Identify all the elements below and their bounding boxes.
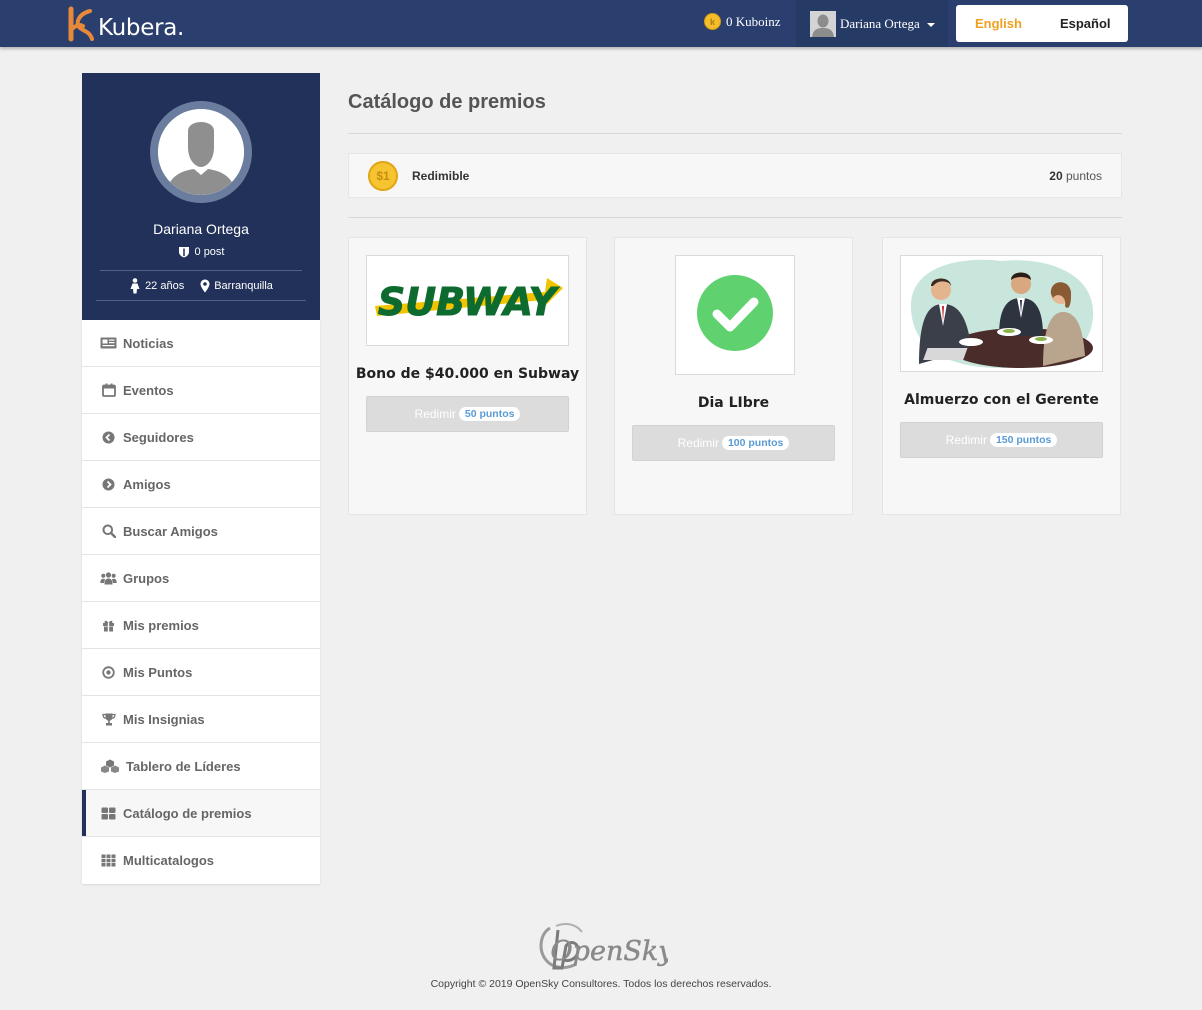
sidebar-item-multicatalogos[interactable]: Multicatalogos bbox=[82, 837, 320, 884]
reward-card-subway: SUBWAY Bono de $40.000 en Subway Redimir… bbox=[348, 237, 587, 515]
sidebar-item-label: Mis Insignias bbox=[123, 711, 205, 727]
points-unit: puntos bbox=[1065, 168, 1102, 183]
profile-city: Barranquilla bbox=[214, 280, 273, 292]
sidebar-menu: Noticias Eventos Seguidores Amigos Busca… bbox=[82, 320, 320, 884]
redeem-button[interactable]: Redimir 150 puntos bbox=[900, 422, 1103, 458]
profile-card: Dariana Ortega 0 post 22 años Barranquil… bbox=[82, 73, 320, 320]
reward-title: Almuerzo con el Gerente bbox=[904, 392, 1099, 408]
sidebar-item-label: Eventos bbox=[123, 382, 174, 398]
redeem-button-label: Redimir bbox=[677, 436, 719, 450]
sidebar-item-label: Multicatalogos bbox=[123, 853, 215, 868]
opensky-logo-text: OpenSky bbox=[551, 936, 668, 967]
sidebar-item-label: Mis Puntos bbox=[123, 664, 193, 680]
redeem-button[interactable]: Redimir 100 puntos bbox=[632, 425, 835, 461]
kubera-logo[interactable]: Kubera. bbox=[66, 5, 184, 43]
th-large-icon bbox=[100, 806, 117, 820]
user-silhouette-icon bbox=[158, 109, 244, 195]
redeem-button-label: Redimir bbox=[945, 433, 987, 447]
shield-icon bbox=[178, 247, 189, 258]
gift-icon bbox=[100, 618, 117, 632]
sidebar-item-label: Tablero de Líderes bbox=[126, 758, 241, 774]
user-name: Dariana Ortega bbox=[840, 15, 920, 31]
sidebar-item-label: Seguidores bbox=[123, 429, 194, 445]
sidebar-item-label: Noticias bbox=[123, 335, 174, 351]
sidebar-item-noticias[interactable]: Noticias bbox=[82, 320, 320, 367]
sidebar-item-grupos[interactable]: Grupos bbox=[82, 555, 320, 602]
language-english[interactable]: English bbox=[975, 16, 1022, 31]
sidebar-item-amigos[interactable]: Amigos bbox=[82, 461, 320, 508]
copyright-text: Copyright © 2019 OpenSky Consultores. To… bbox=[430, 978, 772, 990]
points-value: 20 bbox=[1049, 168, 1063, 183]
dollar-coin-icon: $1 bbox=[368, 160, 398, 191]
sidebar-item-mis-insignias[interactable]: Mis Insignias bbox=[82, 696, 320, 743]
sidebar-item-buscar-amigos[interactable]: Buscar Amigos bbox=[82, 508, 320, 555]
redeemable-label: Redimible bbox=[412, 168, 470, 183]
newspaper-icon bbox=[100, 336, 117, 350]
search-icon bbox=[100, 524, 117, 538]
sidebar-item-mis-premios[interactable]: Mis premios bbox=[82, 602, 320, 649]
profile-age: 22 años bbox=[145, 280, 185, 292]
redeemable-points-bar: $1 Redimible 20 puntos bbox=[348, 153, 1122, 198]
sidebar-item-label: Catálogo de premios bbox=[123, 805, 252, 821]
green-check-icon bbox=[675, 255, 795, 375]
opensky-logo: OpenSky bbox=[536, 920, 674, 976]
profile-avatar[interactable] bbox=[158, 109, 244, 195]
caret-down-icon bbox=[926, 22, 935, 27]
posts-count: 0 post bbox=[194, 246, 225, 258]
profile-name: Dariana Ortega bbox=[153, 221, 249, 237]
profile-divider-top bbox=[100, 270, 302, 271]
profile-meta: 22 años Barranquilla bbox=[82, 278, 320, 294]
user-avatar-small bbox=[810, 10, 836, 37]
reward-title: Bono de $40.000 en Subway bbox=[355, 366, 580, 382]
kuboinz-balance[interactable]: k 0 Kuboinz bbox=[704, 13, 781, 30]
page-title: Catálogo de premios bbox=[348, 91, 546, 113]
redeem-button[interactable]: Redimir 50 puntos bbox=[366, 396, 569, 432]
group-icon bbox=[100, 571, 117, 585]
sidebar-item-label: Grupos bbox=[123, 570, 170, 586]
sidebar-item-label: Buscar Amigos bbox=[123, 523, 218, 539]
points-badge: 50 puntos bbox=[458, 407, 521, 421]
profile-avatar-ring bbox=[150, 101, 252, 203]
trophy-icon bbox=[100, 712, 117, 726]
map-marker-icon bbox=[200, 279, 210, 293]
subway-logo-text: SUBWAY bbox=[378, 280, 560, 324]
kuboinz-text: 0 Kuboinz bbox=[726, 13, 781, 29]
dot-circle-icon bbox=[100, 665, 117, 679]
points-balance: 20 puntos bbox=[1049, 169, 1102, 183]
profile-divider-bottom bbox=[96, 300, 306, 301]
sidebar-item-seguidores[interactable]: Seguidores bbox=[82, 414, 320, 461]
th-icon bbox=[100, 854, 117, 868]
top-navbar: Kubera. k 0 Kuboinz Dariana Ortega Engli… bbox=[0, 0, 1202, 47]
sidebar-item-catalogo-de-premios[interactable]: Catálogo de premios bbox=[82, 790, 320, 837]
user-silhouette-icon bbox=[810, 10, 836, 37]
sidebar-item-mis-puntos[interactable]: Mis Puntos bbox=[82, 649, 320, 696]
user-dropdown[interactable]: Dariana Ortega bbox=[796, 0, 948, 47]
calendar-icon bbox=[100, 383, 117, 397]
arrow-circle-left-icon bbox=[100, 430, 117, 444]
sidebar-item-label: Mis premios bbox=[123, 617, 199, 633]
arrow-circle-right-icon bbox=[100, 477, 117, 491]
reward-card-almuerzo: Almuerzo con el Gerente Redimir 150 punt… bbox=[882, 237, 1121, 515]
kuboinz-coin-icon: k bbox=[704, 13, 721, 30]
reward-title: Dia LIbre bbox=[697, 395, 770, 411]
kubera-k-icon bbox=[68, 6, 94, 42]
profile-posts[interactable]: 0 post bbox=[82, 246, 320, 258]
title-divider bbox=[348, 133, 1122, 134]
sidebar-item-label: Amigos bbox=[123, 476, 171, 492]
logo-text: Kubera. bbox=[98, 15, 185, 41]
points-badge: 100 puntos bbox=[721, 436, 790, 450]
female-icon bbox=[130, 278, 140, 294]
subway-logo: SUBWAY bbox=[366, 255, 569, 346]
sidebar: Dariana Ortega 0 post 22 años Barranquil… bbox=[82, 73, 320, 884]
cubes-icon bbox=[100, 759, 120, 773]
points-badge: 150 puntos bbox=[989, 433, 1058, 447]
language-switcher: English Español bbox=[956, 5, 1128, 42]
reward-card-dia-libre: Dia LIbre Redimir 100 puntos bbox=[614, 237, 853, 515]
redeem-button-label: Redimir bbox=[414, 407, 456, 421]
business-lunch-illustration bbox=[900, 255, 1103, 372]
sidebar-item-tablero-de-lideres[interactable]: Tablero de Líderes bbox=[82, 743, 320, 790]
points-divider bbox=[348, 217, 1122, 218]
language-espanol[interactable]: Español bbox=[1060, 16, 1111, 31]
sidebar-item-eventos[interactable]: Eventos bbox=[82, 367, 320, 414]
